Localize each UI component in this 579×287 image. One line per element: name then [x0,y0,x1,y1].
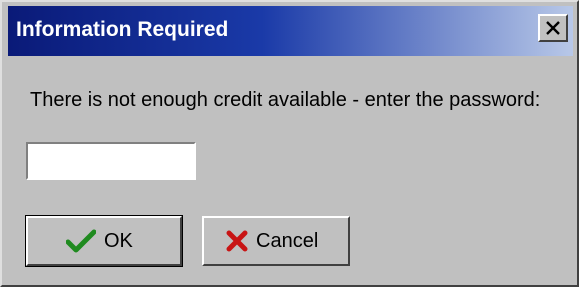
title-bar: Information Required [8,6,573,56]
cancel-button[interactable]: Cancel [202,216,350,266]
password-input[interactable] [26,142,196,180]
checkmark-icon [66,229,96,253]
ok-button[interactable]: OK [25,215,183,267]
cancel-label: Cancel [256,229,319,252]
dialog-title: Information Required [16,18,229,41]
close-button[interactable] [538,14,568,42]
dialog-window: Information Required There is not enough… [0,0,579,287]
close-icon [546,21,560,35]
ok-label: OK [104,229,133,252]
prompt-message: There is not enough credit available - e… [30,89,541,111]
red-x-icon [226,230,248,252]
